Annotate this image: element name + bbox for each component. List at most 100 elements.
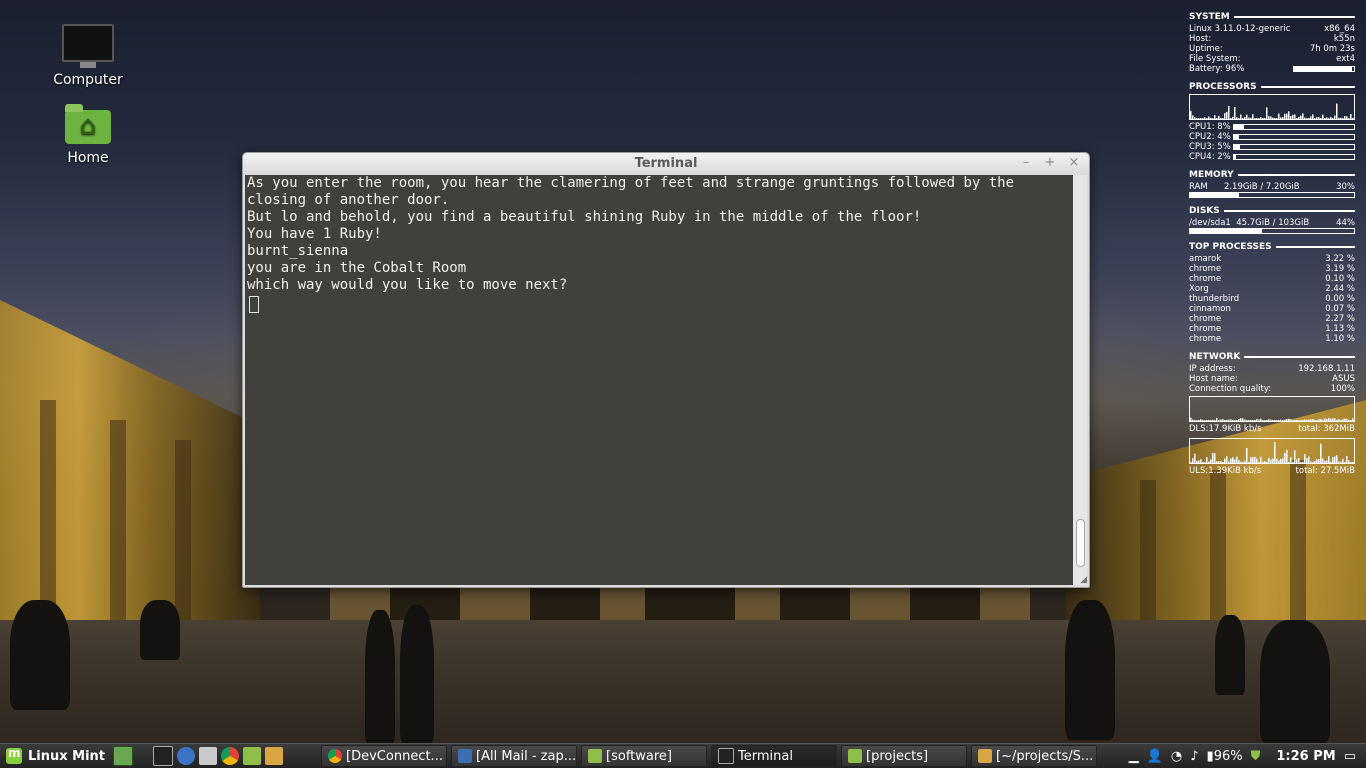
minimize-button[interactable]: –	[1019, 156, 1033, 170]
graph-bar	[1280, 117, 1282, 119]
graph-bar	[1214, 420, 1216, 421]
graph-bar	[1322, 458, 1324, 463]
graph-bar	[1258, 118, 1260, 119]
graph-bar	[1306, 419, 1308, 421]
graph-bar	[1202, 118, 1204, 119]
graph-bar	[1284, 419, 1286, 421]
menu-button[interactable]: Linux Mint	[0, 744, 111, 768]
graph-bar	[1256, 419, 1258, 421]
upload-total: total: 27.5MiB	[1295, 466, 1355, 476]
graph-bar	[1330, 116, 1332, 119]
workspace-icon[interactable]: ▭	[1344, 749, 1356, 764]
graph-bar	[1198, 118, 1200, 119]
graph-bar	[1264, 420, 1266, 421]
chrome-icon[interactable]	[221, 747, 240, 765]
task-button[interactable]: [software]	[581, 745, 708, 767]
close-button[interactable]: ×	[1067, 156, 1081, 170]
graph-bar	[1208, 461, 1210, 463]
shield-icon[interactable]: ⛊	[1251, 749, 1261, 764]
cpu-label: CPU4: 2%	[1189, 152, 1231, 162]
graph-bar	[1224, 458, 1226, 463]
desktop-icon-computer[interactable]: Computer	[43, 24, 133, 88]
graph-bar	[1222, 118, 1224, 119]
desktop-icon-label: Computer	[53, 72, 123, 88]
terminal-window[interactable]: Terminal – + × As you enter the room, yo…	[242, 152, 1090, 588]
terminal-icon[interactable]	[153, 746, 174, 766]
graph-bar	[1324, 460, 1326, 463]
scrollbar-thumb[interactable]	[1076, 519, 1085, 567]
graph-bar	[1230, 419, 1232, 421]
graph-bar	[1244, 419, 1246, 421]
resize-grip-icon[interactable]: ◢	[1080, 575, 1087, 585]
cpu-graph	[1189, 94, 1355, 120]
graph-bar	[1352, 462, 1354, 463]
graph-bar	[1288, 462, 1290, 463]
battery-icon[interactable]: ▮96%	[1207, 749, 1243, 764]
graph-bar	[1198, 420, 1200, 421]
graph-bar	[1262, 117, 1264, 119]
graph-bar	[1296, 459, 1298, 463]
show-desktop-icon[interactable]	[113, 746, 134, 766]
graph-bar	[1246, 447, 1248, 463]
task-button[interactable]: [DevConnect...	[321, 745, 448, 767]
terminal-line: burnt_sienna	[247, 243, 349, 259]
graph-bar	[1342, 418, 1344, 421]
graph-bar	[1298, 458, 1300, 463]
graph-bar	[1314, 118, 1316, 119]
clock[interactable]: 1:26 PM	[1276, 749, 1335, 764]
graph-bar	[1332, 118, 1334, 119]
graph-bar	[1220, 461, 1222, 463]
sublime-icon[interactable]	[265, 747, 284, 765]
graph-bar	[1282, 420, 1284, 421]
graph-bar	[1216, 117, 1218, 119]
graph-bar	[1312, 114, 1314, 119]
graph-bar	[1262, 461, 1264, 463]
graph-bar	[1352, 418, 1354, 421]
folder-icon[interactable]	[243, 747, 262, 765]
graph-bar	[1244, 460, 1246, 463]
graph-bar	[1248, 117, 1250, 119]
maximize-button[interactable]: +	[1043, 156, 1057, 170]
terminal-output[interactable]: As you enter the room, you hear the clam…	[245, 175, 1073, 585]
ram-percent: 30%	[1336, 182, 1355, 192]
terminal-prompt[interactable]	[245, 294, 1073, 313]
graph-bar	[1326, 419, 1328, 421]
task-button[interactable]: [projects]	[841, 745, 968, 767]
user-icon[interactable]: 👤	[1147, 749, 1163, 764]
graph-bar	[1218, 461, 1220, 463]
graph-bar	[1240, 418, 1242, 421]
graph-bar	[1278, 460, 1280, 463]
vertical-scrollbar[interactable]	[1073, 175, 1087, 585]
desktop-icon-home[interactable]: Home	[43, 104, 133, 166]
graph-bar	[1292, 462, 1294, 463]
graph-bar	[1354, 114, 1355, 119]
graph-bar	[1346, 456, 1348, 463]
task-button[interactable]: [~/projects/S...	[971, 745, 1098, 767]
graph-bar	[1196, 118, 1198, 119]
graph-bar	[1218, 420, 1220, 421]
section-heading: PROCESSORS	[1189, 82, 1257, 92]
screenshot-icon[interactable]	[199, 747, 218, 765]
graph-bar	[1320, 118, 1322, 119]
graph-bar	[1290, 457, 1292, 463]
section-heading: DISKS	[1189, 206, 1220, 216]
cpu-label: CPU3: 5%	[1189, 142, 1231, 152]
browser-icon[interactable]	[177, 747, 196, 765]
section-heading: SYSTEM	[1189, 12, 1230, 22]
volume-icon[interactable]: ♪	[1190, 749, 1198, 764]
graph-bar	[1344, 418, 1346, 421]
graph-bar	[1248, 462, 1250, 463]
graph-bar	[1330, 418, 1332, 421]
graph-bar	[1260, 418, 1262, 421]
menu-label: Linux Mint	[28, 748, 106, 764]
task-button-active[interactable]: Terminal	[711, 745, 838, 767]
graph-bar	[1248, 420, 1250, 421]
graph-bar	[1264, 118, 1266, 119]
task-button[interactable]: [All Mail - zap...	[451, 745, 578, 767]
wifi-icon[interactable]: ◔	[1171, 749, 1182, 764]
window-titlebar[interactable]: Terminal – + ×	[243, 153, 1089, 175]
window-list-icon[interactable]: ▁	[1129, 749, 1139, 764]
graph-bar	[1212, 452, 1214, 463]
host-label: Host:	[1189, 34, 1212, 44]
graph-bar	[1234, 420, 1236, 421]
